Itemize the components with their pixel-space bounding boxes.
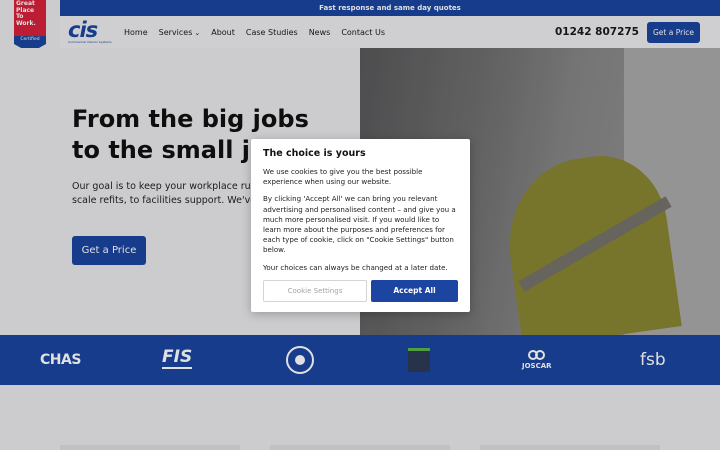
cookie-modal-title: The choice is yours xyxy=(263,148,366,159)
cookie-settings-button[interactable]: Cookie Settings xyxy=(263,280,367,302)
cookie-modal-buttons: Cookie Settings Accept All xyxy=(263,280,458,302)
cookie-modal-details: By clicking 'Accept All' we can bring yo… xyxy=(263,194,456,255)
cookie-modal-note: Your choices can always be changed at a … xyxy=(263,262,448,272)
cookie-modal-intro: We use cookies to give you the best poss… xyxy=(263,167,423,187)
accept-all-button[interactable]: Accept All xyxy=(371,280,458,302)
cookie-consent-modal: The choice is yours We use cookies to gi… xyxy=(251,139,470,312)
